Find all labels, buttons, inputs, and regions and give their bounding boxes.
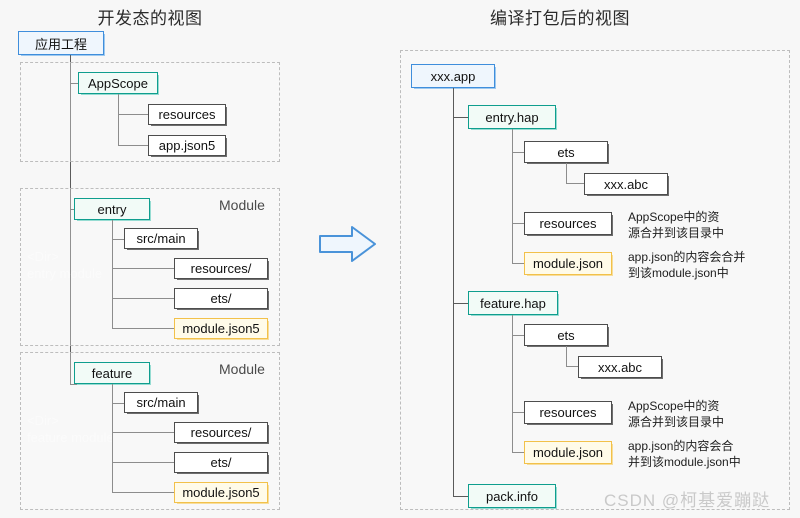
node-label: module.json5: [182, 321, 260, 336]
connector-entryhap-ets: [512, 152, 524, 153]
node-label: resources/: [190, 261, 252, 276]
annotation-featurehap-resources: AppScope中的资 源合并到该目录中: [628, 399, 725, 429]
connector-entryhap-spine: [512, 129, 513, 263]
node-appscope-resources[interactable]: resources: [148, 104, 226, 125]
connector-root-appscope: [70, 83, 78, 84]
connector-featurehap-ets-spine: [566, 346, 567, 367]
node-label: entry: [97, 201, 127, 217]
node-label: resources: [158, 107, 216, 122]
connector-featurehap-ets-abc: [566, 366, 578, 367]
connector-entry-ets: [112, 298, 174, 299]
node-entryhap-xxx-abc[interactable]: xxx.abc: [584, 173, 668, 195]
node-label: xxx.abc: [597, 359, 643, 375]
connector-app-featurehap: [453, 303, 469, 304]
connector-appscope-resources: [118, 114, 148, 115]
node-pack-info[interactable]: pack.info: [468, 484, 556, 508]
node-entry[interactable]: entry: [74, 198, 150, 220]
node-feature-resources[interactable]: resources/: [174, 422, 268, 443]
node-feature-hap[interactable]: feature.hap: [468, 291, 558, 315]
node-label: resources/: [190, 425, 252, 440]
connector-entry-resources: [112, 268, 174, 269]
node-featurehap-module-json[interactable]: module.json: [524, 441, 612, 464]
node-label: 应用工程: [34, 36, 87, 52]
node-label: resources: [539, 216, 597, 231]
connector-feature-spine: [112, 384, 113, 493]
annotation-featurehap-modulejson: app.json的内容会合 并到该module.json中: [628, 439, 741, 469]
connector-entryhap-ets-spine: [566, 163, 567, 184]
connector-appscope-spine: [118, 94, 119, 146]
node-label: AppScope: [88, 75, 148, 91]
node-label: xxx.abc: [603, 176, 649, 192]
node-label: src/main: [136, 395, 186, 410]
csdn-watermark: CSDN @柯基爱蹦跶: [604, 491, 771, 510]
connector-feature-resources: [112, 432, 174, 433]
connector-entryhap-modulejson: [512, 263, 524, 264]
node-entry-srcmain[interactable]: src/main: [124, 228, 198, 249]
node-feature-module-json5[interactable]: module.json5: [174, 482, 268, 503]
node-entryhap-resources[interactable]: resources: [524, 212, 612, 235]
group-label-entry-module: Module: [219, 197, 265, 213]
node-feature-srcmain[interactable]: src/main: [124, 392, 198, 413]
node-appscope[interactable]: AppScope: [78, 72, 158, 94]
node-entryhap-module-json[interactable]: module.json: [524, 252, 612, 275]
node-feature-ets[interactable]: ets/: [174, 452, 268, 473]
node-label: feature: [91, 365, 133, 381]
node-entryhap-ets[interactable]: ets: [524, 141, 608, 163]
node-label: ets: [557, 144, 575, 160]
connector-featurehap-resources: [512, 412, 524, 413]
node-entry-hap[interactable]: entry.hap: [468, 105, 556, 129]
connector-feature-modulejson5: [112, 492, 174, 493]
node-entry-module-json5[interactable]: module.json5: [174, 318, 268, 339]
right-tree-spine: [453, 88, 454, 496]
node-label: module.json5: [182, 485, 260, 500]
node-label: ets: [557, 327, 575, 343]
node-xxx-app[interactable]: xxx.app: [411, 64, 495, 88]
connector-app-entryhap: [453, 117, 469, 118]
node-label: src/main: [136, 231, 186, 246]
node-label: app.json5: [158, 138, 216, 153]
node-featurehap-ets[interactable]: ets: [524, 324, 608, 346]
connector-featurehap-modulejson: [512, 452, 524, 453]
node-label: entry.hap: [485, 109, 539, 125]
connector-appscope-appjson5: [118, 145, 148, 146]
node-featurehap-resources[interactable]: resources: [524, 401, 612, 424]
node-entry-resources[interactable]: resources/: [174, 258, 268, 279]
node-label: ets/: [210, 291, 232, 306]
left-panel-title: 开发态的视图: [97, 9, 203, 28]
group-label-feature-module: Module: [219, 361, 265, 377]
node-label: ets/: [210, 455, 232, 470]
node-label: resources: [539, 405, 597, 420]
node-label: xxx.app: [430, 68, 476, 84]
connector-entry-spine: [112, 220, 113, 329]
node-app-json5[interactable]: app.json5: [148, 135, 226, 156]
node-featurehap-xxx-abc[interactable]: xxx.abc: [578, 356, 662, 378]
connector-root-feature: [70, 384, 78, 385]
connector-entry-modulejson5: [112, 328, 174, 329]
node-entry-ets[interactable]: ets/: [174, 288, 268, 309]
right-panel-title: 编译打包后的视图: [490, 9, 630, 28]
connector-entryhap-ets-abc: [566, 183, 584, 184]
annotation-entryhap-resources: AppScope中的资 源合并到该目录中: [628, 210, 725, 240]
connector-entryhap-resources: [512, 223, 524, 224]
node-feature[interactable]: feature: [74, 362, 150, 384]
connector-app-packinfo: [453, 496, 469, 497]
transform-arrow-icon: [319, 226, 376, 262]
node-label: module.json: [532, 445, 604, 460]
annotation-entryhap-modulejson: app.json的内容会合并 到该module.json中: [628, 250, 746, 280]
node-label: pack.info: [485, 488, 539, 504]
node-app-project[interactable]: 应用工程: [18, 31, 104, 55]
node-label: feature.hap: [480, 295, 546, 311]
connector-feature-ets: [112, 462, 174, 463]
diagram-canvas: 开发态的视图 编译打包后的视图 应用工程 AppScope resources …: [0, 0, 800, 518]
node-label: module.json: [532, 256, 604, 271]
connector-featurehap-ets: [512, 335, 524, 336]
